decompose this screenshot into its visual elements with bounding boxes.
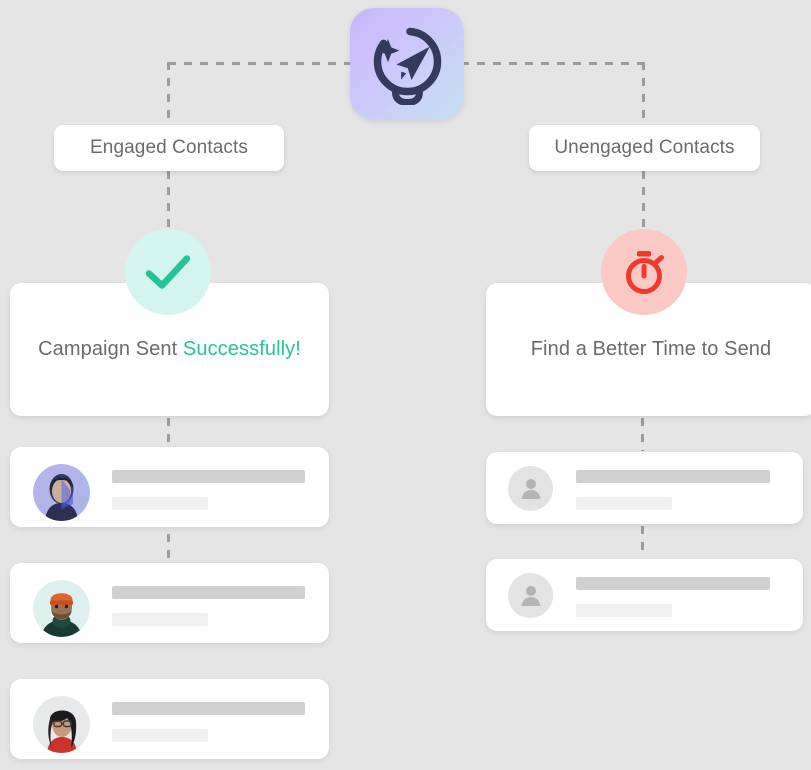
check-icon [145, 255, 191, 289]
person-icon [521, 585, 540, 606]
campaign-flow-diagram: Engaged Contacts Unengaged Contacts Camp… [0, 0, 811, 770]
connector-horizontal-right [461, 62, 644, 65]
avatar [33, 580, 90, 637]
status-card-headline: Find a Better Time to Send [531, 338, 772, 361]
status-circle-retry [601, 229, 687, 315]
contact-placeholder-bars [576, 577, 770, 617]
contact-row[interactable] [10, 679, 329, 759]
contact-name-placeholder [576, 470, 770, 483]
contact-row[interactable] [10, 447, 329, 527]
status-circle-success [125, 229, 211, 315]
connector-vertical-left-1 [167, 418, 170, 446]
person-icon [521, 478, 540, 499]
pill-engaged-contacts[interactable]: Engaged Contacts [54, 125, 284, 171]
connector-vertical-left-2 [167, 534, 170, 562]
contact-meta-placeholder [576, 604, 672, 617]
contact-placeholder-bars [112, 470, 305, 510]
crystal-ball-paper-plane-icon[interactable] [350, 8, 464, 120]
status-headline-accent: Successfully! [182, 338, 301, 360]
stopwatch-icon [626, 251, 664, 294]
contact-name-placeholder [576, 577, 770, 590]
contact-name-placeholder [112, 702, 305, 715]
contact-placeholder-bars [112, 702, 305, 742]
avatar [33, 696, 90, 753]
avatar-placeholder [508, 466, 553, 511]
connector-horizontal-left [168, 62, 353, 65]
status-headline-prefix: Campaign Sent [38, 338, 183, 360]
pill-unengaged-label: Unengaged Contacts [554, 137, 735, 158]
contact-row[interactable] [486, 452, 803, 524]
contact-row[interactable] [486, 559, 803, 631]
contact-placeholder-bars [576, 470, 770, 510]
status-card-headline: Campaign Sent Successfully! [38, 338, 301, 361]
connector-vertical-left-top [167, 62, 170, 128]
connector-vertical-right-1 [641, 418, 644, 451]
contact-meta-placeholder [112, 613, 208, 626]
pill-engaged-label: Engaged Contacts [90, 137, 248, 158]
contact-meta-placeholder [576, 497, 672, 510]
pill-unengaged-contacts[interactable]: Unengaged Contacts [529, 125, 760, 171]
contact-meta-placeholder [112, 497, 208, 510]
avatar-placeholder [508, 573, 553, 618]
avatar [33, 464, 90, 521]
connector-vertical-right-2 [641, 526, 644, 558]
contact-name-placeholder [112, 586, 305, 599]
contact-row[interactable] [10, 563, 329, 643]
contact-name-placeholder [112, 470, 305, 483]
connector-vertical-right-top [642, 62, 645, 128]
status-headline-prefix: Find a Better Time to Send [530, 338, 772, 360]
contact-meta-placeholder [112, 729, 208, 742]
contact-placeholder-bars [112, 586, 305, 626]
